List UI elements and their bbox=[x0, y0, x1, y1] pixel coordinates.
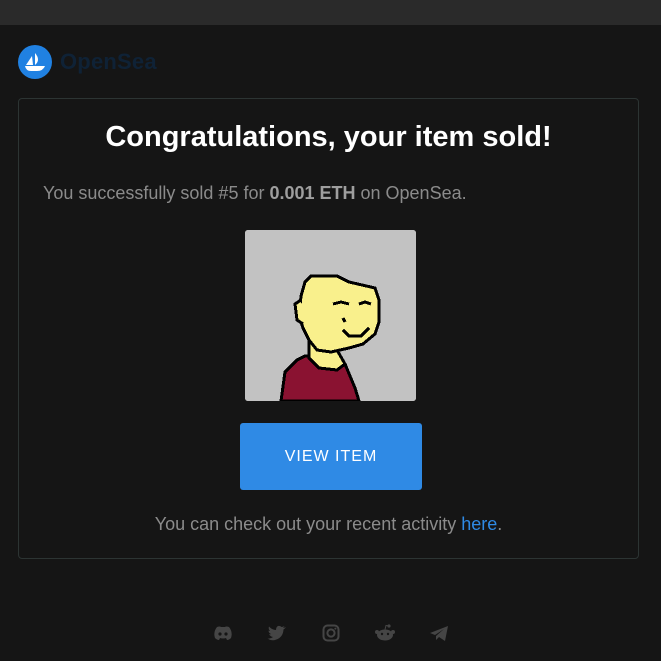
email-title: Congratulations, your item sold! bbox=[105, 121, 552, 153]
activity-message: You can check out your recent activity h… bbox=[19, 514, 638, 535]
instagram-icon[interactable] bbox=[319, 621, 343, 645]
top-bar bbox=[0, 0, 661, 25]
brand-name[interactable]: OpenSea bbox=[60, 49, 157, 75]
reddit-icon[interactable] bbox=[373, 621, 397, 645]
sale-message-prefix: You successfully sold #5 for bbox=[43, 183, 270, 203]
header: OpenSea bbox=[18, 45, 157, 79]
activity-prefix: You can check out your recent activity bbox=[154, 514, 462, 534]
sale-message-suffix: on OpenSea. bbox=[355, 183, 467, 203]
activity-here-link[interactable]: here bbox=[461, 514, 497, 534]
view-item-button[interactable]: VIEW ITEM bbox=[240, 423, 422, 490]
email-card: Congratulations, your item sold! You suc… bbox=[18, 98, 639, 559]
sale-amount: 0.001 ETH bbox=[269, 183, 356, 203]
nft-image[interactable] bbox=[245, 230, 416, 401]
activity-suffix: . bbox=[497, 514, 503, 534]
sale-message: You successfully sold #5 for 0.001 ETH o… bbox=[43, 183, 467, 204]
opensea-logo-icon[interactable] bbox=[18, 45, 52, 79]
telegram-icon[interactable] bbox=[427, 621, 451, 645]
discord-icon[interactable] bbox=[211, 621, 235, 645]
twitter-icon[interactable] bbox=[265, 621, 289, 645]
social-links bbox=[0, 621, 661, 645]
